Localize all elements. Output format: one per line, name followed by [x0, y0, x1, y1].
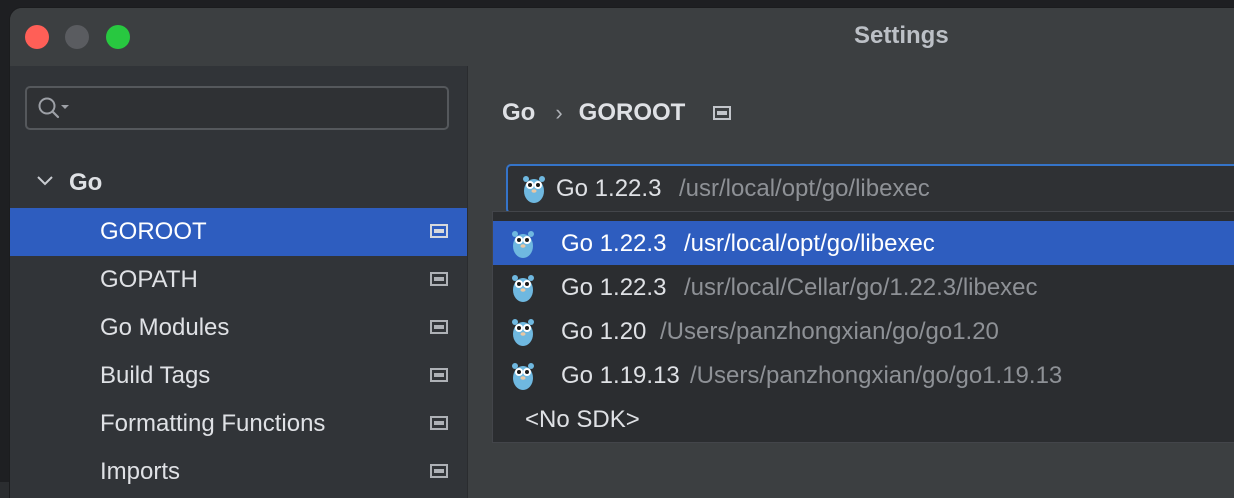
go-gopher-icon: [521, 173, 547, 210]
sdk-option-none[interactable]: <No SDK>: [493, 397, 1234, 441]
sdk-option[interactable]: Go 1.22.3 /usr/local/opt/go/libexec: [493, 221, 1234, 265]
project-settings-icon: [430, 224, 448, 243]
breadcrumb-parent[interactable]: Go: [502, 99, 535, 127]
search-icon: [37, 96, 73, 125]
sdk-option-name: Go 1.22.3: [561, 274, 667, 301]
sdk-option-name: Go 1.19.13: [561, 362, 680, 389]
sdk-option-path: /Users/panzhongxian/go/go1.20: [660, 318, 999, 345]
sidebar-item-go-modules[interactable]: Go Modules: [10, 304, 468, 352]
zoom-window-button[interactable]: [106, 25, 130, 49]
selected-sdk-path: /usr/local/opt/go/libexec: [679, 175, 930, 202]
breadcrumb: Go › GOROOT: [502, 96, 732, 130]
sidebar-item-imports[interactable]: Imports: [10, 448, 468, 496]
settings-sidebar: Go GOROOT GOPATH Go Modules Build Tags F…: [10, 66, 468, 498]
sidebar-item-label: Go Modules: [100, 314, 230, 341]
sdk-option[interactable]: Go 1.20 /Users/panzhongxian/go/go1.20: [493, 309, 1234, 353]
sidebar-item-build-tags[interactable]: Build Tags: [10, 352, 468, 400]
title-bar: Settings: [10, 8, 1234, 66]
minimize-window-button[interactable]: [65, 25, 89, 49]
sidebar-item-formatting-functions[interactable]: Formatting Functions: [10, 400, 468, 448]
sdk-option-path: /usr/local/opt/go/libexec: [684, 230, 935, 257]
project-settings-icon: [713, 106, 732, 120]
sdk-option-name: Go 1.22.3: [561, 230, 667, 257]
sdk-option-path: /Users/panzhongxian/go/go1.19.13: [690, 362, 1063, 389]
sdk-option[interactable]: Go 1.19.13 /Users/panzhongxian/go/go1.19…: [493, 353, 1234, 397]
sidebar-item-gopath[interactable]: GOPATH: [10, 256, 468, 304]
settings-search-input[interactable]: [25, 86, 449, 130]
sdk-option-name: <No SDK>: [525, 406, 640, 433]
sdk-option-path: /usr/local/Cellar/go/1.22.3/libexec: [684, 274, 1038, 301]
breadcrumb-current: GOROOT: [578, 99, 686, 126]
chevron-right-icon: ›: [555, 100, 563, 125]
project-settings-icon: [430, 416, 448, 435]
goroot-sdk-select[interactable]: Go 1.22.3 /usr/local/opt/go/libexec: [506, 164, 1234, 214]
sdk-option-name: Go 1.20: [561, 318, 647, 345]
sidebar-item-label: GOPATH: [100, 266, 198, 293]
project-settings-icon: [430, 464, 448, 483]
go-gopher-icon: [510, 316, 536, 353]
go-gopher-icon: [510, 272, 536, 309]
tree-node-go-label: Go: [69, 169, 103, 196]
project-settings-icon: [430, 368, 448, 387]
sidebar-item-label: Formatting Functions: [100, 410, 326, 437]
selected-sdk-name: Go 1.22.3: [556, 175, 662, 202]
sdk-dropdown-list: Go 1.22.3 /usr/local/opt/go/libexec Go 1…: [492, 211, 1234, 443]
sidebar-item-label: Build Tags: [100, 362, 211, 389]
project-settings-icon: [430, 272, 448, 291]
window-title: Settings: [854, 22, 949, 49]
go-gopher-icon: [510, 360, 536, 397]
sdk-option[interactable]: Go 1.22.3 /usr/local/Cellar/go/1.22.3/li…: [493, 265, 1234, 309]
chevron-down-icon[interactable]: [35, 174, 55, 193]
close-window-button[interactable]: [25, 25, 49, 49]
project-settings-icon: [430, 320, 448, 339]
tree-node-go[interactable]: Go: [35, 163, 102, 203]
go-gopher-icon: [510, 228, 536, 265]
sidebar-item-label: GOROOT: [100, 218, 207, 245]
sidebar-item-goroot[interactable]: GOROOT: [10, 208, 468, 256]
